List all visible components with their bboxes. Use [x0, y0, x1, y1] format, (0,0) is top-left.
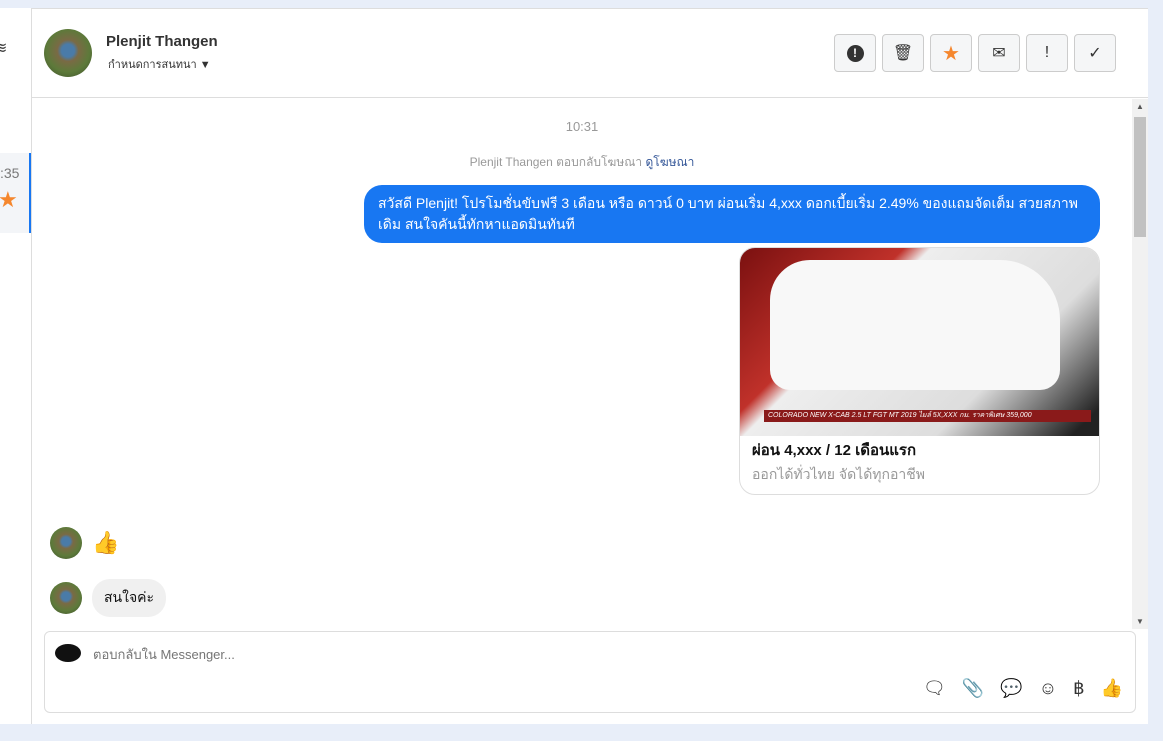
composer: 🗨 📎 💬 ☺ ฿ 👍 — [44, 631, 1136, 713]
saved-reply-icon[interactable]: 🗨 — [923, 678, 946, 699]
avatar — [50, 582, 82, 614]
incoming-message: สนใจค่ะ — [92, 579, 167, 617]
incoming-like-row: 👍 — [50, 527, 119, 559]
ad-reply-info: Plenjit Thangen ตอบกลับโฆษณา ดูโฆษณา — [32, 153, 1132, 172]
view-ad-link[interactable]: ดูโฆษณา — [645, 155, 694, 169]
star-button[interactable]: ★ — [930, 34, 972, 72]
card-subtitle: ออกได้ทั่วไทย จัดได้ทุกอาชีพ — [752, 466, 926, 482]
conversation-header: Plenjit Thangen กำหนดการสนทนา ▼ ! 🗑 ★ ✉ … — [32, 9, 1148, 98]
follow-up-button[interactable]: ! — [1026, 34, 1068, 72]
exclamation-icon: ! — [1044, 44, 1050, 61]
alert-circle-icon: ! — [846, 44, 864, 62]
conversation-list: ≋ :35 ★ — [0, 8, 32, 724]
emoji-icon[interactable]: ☺ — [1039, 678, 1057, 699]
outgoing-message: สวัสดี Plenjit! โปรโมชั่นขับฟรี 3 เดือน … — [364, 185, 1100, 243]
incoming-message-row: สนใจค่ะ — [50, 579, 167, 617]
check-icon: ✓ — [1088, 45, 1102, 62]
message-input[interactable] — [93, 647, 893, 662]
avatar — [50, 527, 82, 559]
mark-unread-button[interactable]: ✉ — [978, 34, 1020, 72]
assign-label: กำหนดการสนทนา — [108, 59, 197, 71]
baht-icon[interactable]: ฿ — [1073, 678, 1084, 699]
mark-done-button[interactable]: ✓ — [1074, 34, 1116, 72]
scroll-up-icon[interactable]: ▲ — [1136, 102, 1144, 111]
conversation-panel: Plenjit Thangen กำหนดการสนทนา ▼ ! 🗑 ★ ✉ … — [32, 8, 1148, 724]
thumbs-up-icon: 👍 — [92, 530, 120, 555]
ad-card[interactable]: COLORADO NEW X-CAB 2.5 LT FGT MT 2019 ไม… — [739, 247, 1100, 495]
timestamp: 10:31 — [565, 119, 599, 134]
trash-icon: 🗑 — [892, 45, 914, 62]
car-image: COLORADO NEW X-CAB 2.5 LT FGT MT 2019 ไม… — [740, 248, 1099, 436]
ad-reply-text: Plenjit Thangen ตอบกลับโฆษณา — [469, 155, 643, 169]
scroll-down-icon[interactable]: ▼ — [1136, 617, 1144, 626]
envelope-icon: ✉ — [992, 45, 1006, 62]
star-icon: ★ — [942, 42, 960, 65]
paperclip-icon[interactable]: 📎 — [962, 678, 984, 699]
caret-down-icon: ▼ — [199, 59, 211, 71]
contact-name: Plenjit Thangen — [106, 33, 218, 50]
spam-button[interactable]: ! — [834, 34, 876, 72]
delete-button[interactable]: 🗑 — [882, 34, 924, 72]
thumbs-up-icon[interactable]: 👍 — [1101, 678, 1123, 699]
page-edge — [1148, 0, 1163, 741]
card-title: ผ่อน 4,xxx / 12 เดือนแรก — [752, 442, 917, 459]
conversation-time: :35 — [0, 165, 20, 181]
chat-bubble-icon[interactable]: 💬 — [1000, 678, 1022, 699]
image-caption: COLORADO NEW X-CAB 2.5 LT FGT MT 2019 ไม… — [764, 410, 1091, 422]
message-thread: 10:31 Plenjit Thangen ตอบกลับโฆษณา ดูโฆษ… — [32, 99, 1132, 629]
page-avatar — [55, 644, 81, 662]
car-shape — [770, 260, 1060, 390]
scrollbar[interactable]: ▲ ▼ — [1132, 99, 1148, 629]
star-icon: ★ — [0, 187, 18, 213]
conversation-item[interactable]: :35 ★ — [0, 153, 31, 233]
avatar — [44, 29, 92, 77]
layers-icon[interactable]: ≋ — [0, 38, 7, 58]
scrollbar-thumb[interactable] — [1134, 117, 1146, 237]
assign-conversation-dropdown[interactable]: กำหนดการสนทนา ▼ — [108, 55, 211, 73]
